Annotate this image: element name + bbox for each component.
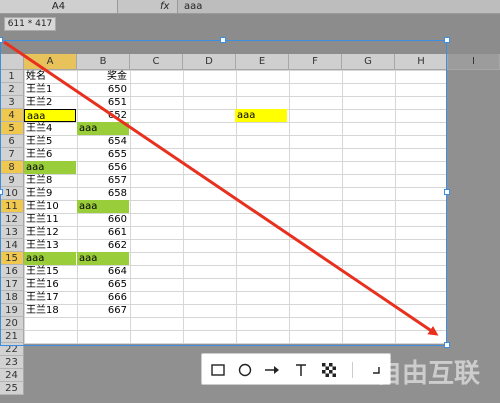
annotation-arrow (3, 40, 439, 336)
watermark-logo: 自由互联 (348, 348, 498, 398)
mosaic-tool-icon[interactable] (315, 354, 343, 386)
rectangle-tool-icon[interactable] (204, 354, 232, 386)
text-tool-icon[interactable] (287, 354, 315, 386)
ellipse-tool-icon[interactable] (231, 354, 259, 386)
watermark-text: 自由互联 (376, 358, 480, 389)
arrow-tool-icon[interactable] (258, 354, 286, 386)
